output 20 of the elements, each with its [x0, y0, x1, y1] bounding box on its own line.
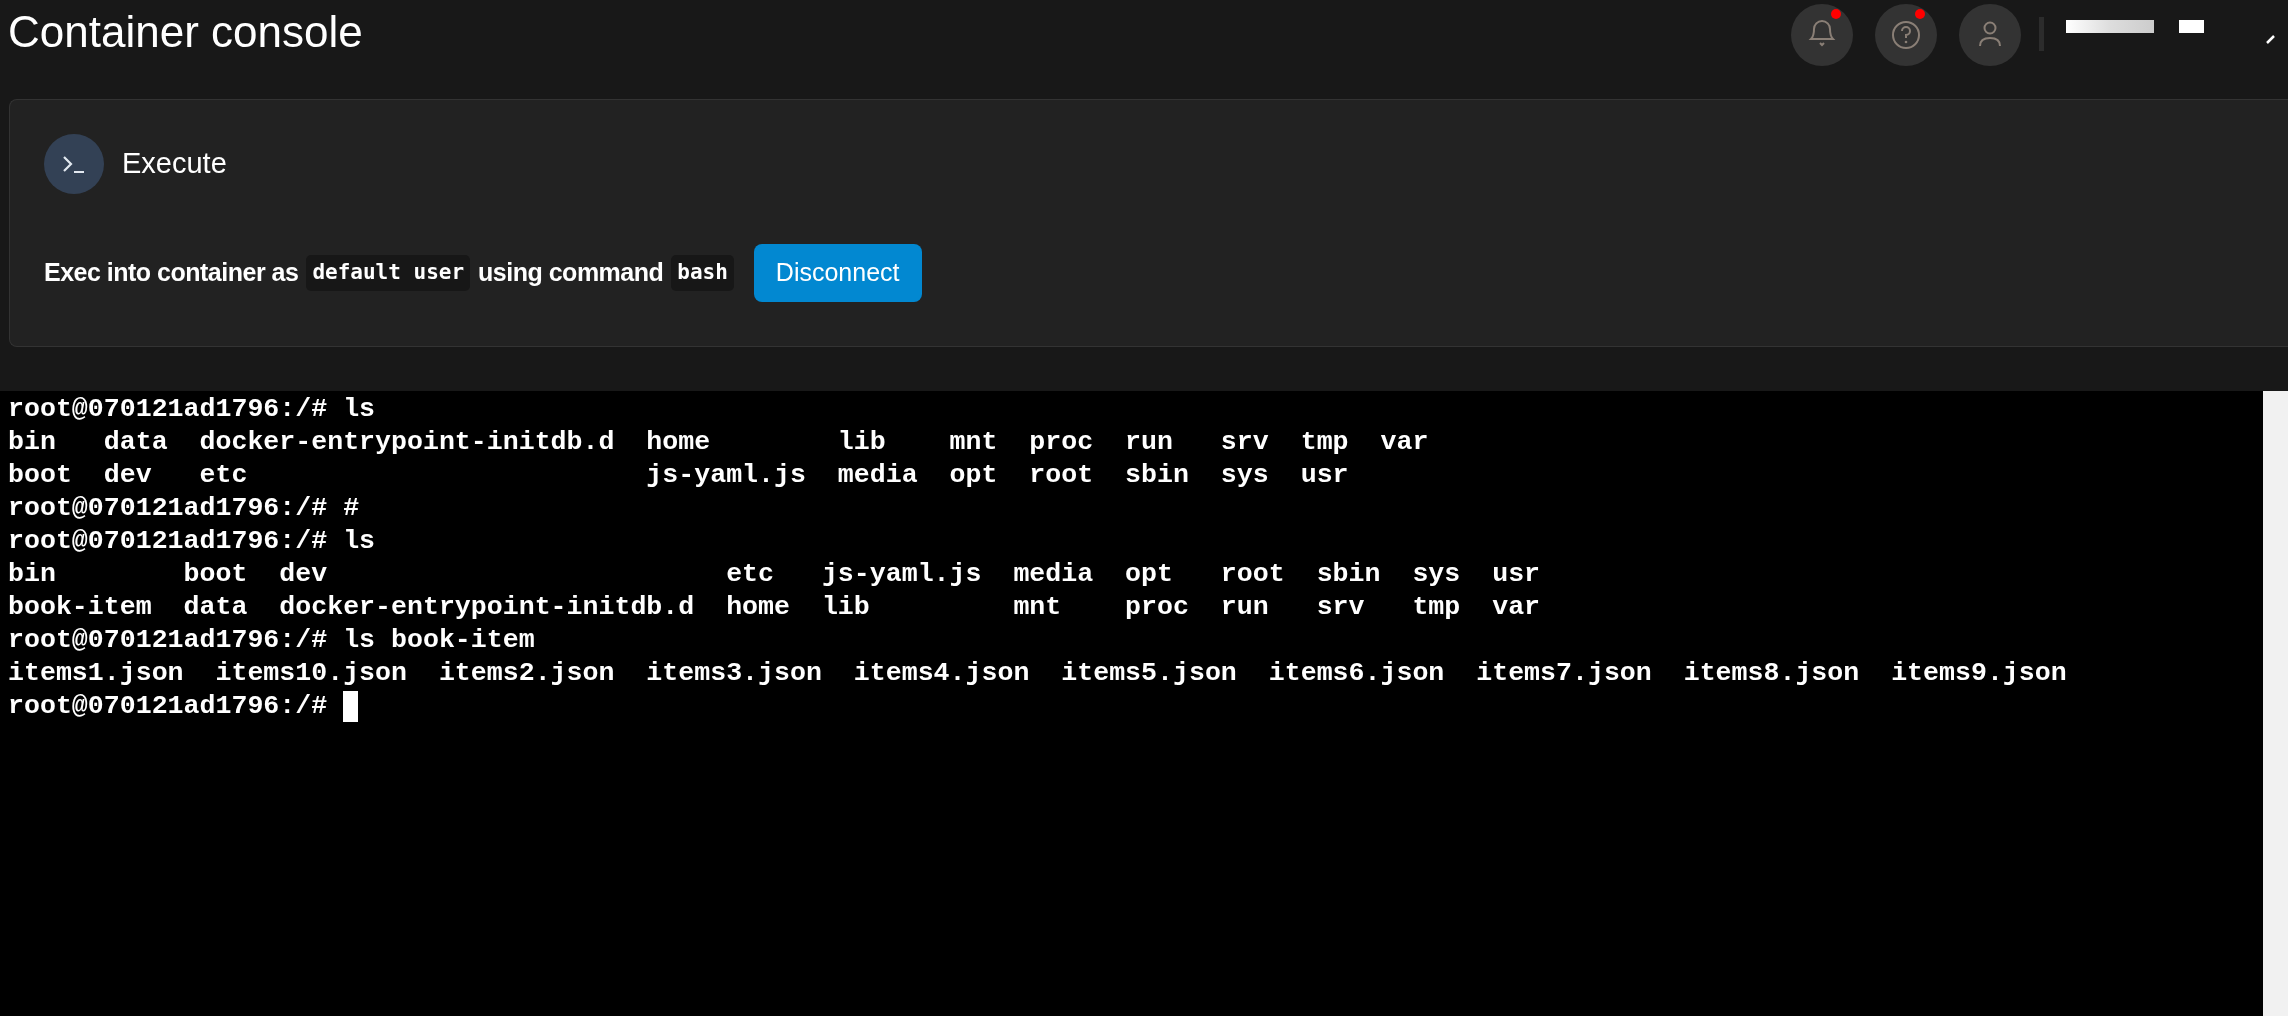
disconnect-button[interactable]: Disconnect [753, 244, 922, 302]
terminal-line: root@070121ad1796:/# # [8, 492, 360, 525]
code-snippet: bash [671, 255, 734, 291]
code-snippet: default user [306, 255, 471, 291]
description-text: using command [478, 257, 664, 289]
pencil-icon[interactable] [2266, 34, 2276, 44]
terminal-line: root@070121ad1796:/# [8, 690, 329, 723]
terminal-icon [44, 134, 104, 194]
terminal-line: boot dev etc js-yaml.js media opt root sbin sys usr [8, 459, 1349, 492]
terminal-line: items1.json items10.json items2.json items3.json items4.json items5.json items6.json items7.json items8.json items9.json [8, 657, 2067, 690]
terminal-line: root@070121ad1796:/# ls [8, 525, 376, 558]
terminal-line: book-item data docker-entrypoint-initdb.d home lib mnt proc run srv tmp var [8, 591, 1541, 624]
description-text: Exec into container as [44, 257, 299, 289]
scrollbar[interactable] [2263, 391, 2288, 1016]
card-title: Execute [122, 146, 227, 182]
terminal-line: bin data docker-entrypoint-initdb.d home lib mnt proc run srv tmp var [8, 426, 1429, 459]
terminal-line: root@070121ad1796:/# ls book-item [8, 624, 535, 657]
page-title: Container console [8, 6, 363, 58]
terminal-line: bin boot dev etc js-yaml.js media opt root sbin sys usr [8, 558, 1541, 591]
terminal-line: root@070121ad1796:/# ls [8, 393, 376, 426]
